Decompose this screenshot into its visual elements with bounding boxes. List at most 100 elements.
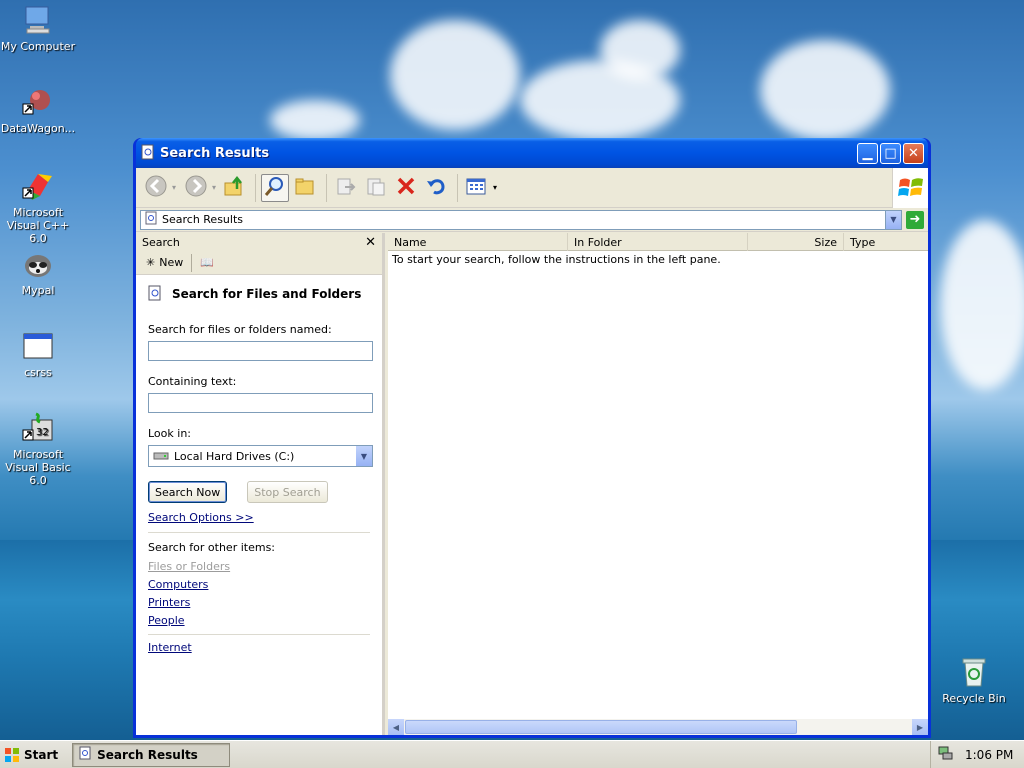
search-button[interactable] [261,173,290,202]
results-message: To start your search, follow the instruc… [392,253,721,266]
datawagon-icon [22,86,54,118]
people-link[interactable]: People [148,614,185,627]
desktop-icon-label: Microsoft Visual Basic 6.0 [5,448,71,487]
scrollbar-thumb[interactable] [405,720,797,734]
results-pane: Name In Folder Size Type To start your s… [388,233,928,735]
search-pane-title: Search [142,235,180,249]
application-icon [22,330,54,362]
move-to-icon [335,175,357,201]
minimize-button[interactable]: ▁ [857,142,878,164]
internet-link[interactable]: Internet [148,641,192,654]
search-results-window: Search Results ▁ □ ✕ ▾ ▾ ▾ Search Result… [133,138,931,738]
desktop-icon-recycle-bin[interactable]: Recycle Bin [936,656,1012,705]
printers-link[interactable]: Printers [148,596,190,609]
column-header-name[interactable]: Name [388,233,568,251]
computer-icon [22,4,54,36]
stop-search-button[interactable]: Stop Search [247,481,328,503]
views-dropdown-icon[interactable]: ▾ [493,183,497,192]
network-icon[interactable] [937,745,953,764]
divider [148,532,370,533]
search-results-icon [145,211,157,228]
containing-text-input[interactable] [148,393,373,413]
search-files-icon [148,285,162,304]
move-to-button[interactable] [332,174,360,202]
desktop-icon-csrss[interactable]: csrss [0,330,76,379]
undo-button[interactable] [422,174,450,202]
search-companion-button[interactable]: 📖 [194,252,220,274]
system-tray: 1:06 PM [930,740,1024,768]
search-options-link[interactable]: Search Options >> [148,511,370,524]
scroll-right-icon[interactable]: ▶ [912,719,928,735]
files-or-folders-link[interactable]: Files or Folders [148,560,230,573]
go-button[interactable]: ➜ [906,210,924,229]
back-button[interactable] [142,174,170,202]
undo-icon [425,175,447,201]
desktop-icon-my-computer[interactable]: My Computer [0,4,76,53]
chevron-down-icon: ▼ [356,446,372,466]
go-arrow-icon: ➜ [909,212,921,227]
back-dropdown-icon[interactable]: ▾ [172,183,176,192]
search-window-icon [79,746,91,763]
containing-text-label: Containing text: [148,375,237,388]
chevron-down-icon: ▼ [890,215,897,224]
cloud [600,20,680,80]
search-form: Search for Files and Folders Search for … [136,279,382,654]
horizontal-scrollbar[interactable]: ◀ ▶ [388,719,928,735]
svg-text:32: 32 [36,427,49,438]
desktop-icon-visual-basic[interactable]: 32 Microsoft Visual Basic 6.0 [0,412,76,487]
taskbar: Start Search Results 1:06 PM [0,740,1024,768]
maximize-button[interactable]: □ [880,142,901,164]
start-label: Start [24,747,59,762]
search-icon [264,175,286,201]
up-folder-button[interactable] [220,174,248,202]
desktop-icon-datawagon[interactable]: DataWagon... [0,86,76,135]
book-icon: 📖 [200,256,214,269]
computers-link[interactable]: Computers [148,578,208,591]
address-value: Search Results [162,213,244,226]
close-icon: ✕ [908,145,919,161]
desktop-icon-label: My Computer [0,40,76,53]
back-icon [144,174,168,202]
views-icon [465,175,489,201]
search-buttons: Search Now Stop Search [148,481,370,503]
new-search-label: New [159,256,184,269]
search-now-button[interactable]: Search Now [148,481,228,503]
address-dropdown-button[interactable]: ▼ [885,210,901,229]
forward-button[interactable] [182,174,210,202]
scroll-left-icon[interactable]: ◀ [388,719,404,735]
cloud [390,20,520,130]
column-header-in-folder[interactable]: In Folder [568,233,748,251]
views-button[interactable] [463,174,491,202]
toolbar-separator [255,173,257,202]
address-bar: Search Results ▼ ➜ [136,208,928,232]
look-in-select[interactable]: Local Hard Drives (C:) ▼ [148,445,373,467]
hard-drive-icon [153,449,169,464]
close-search-pane-icon[interactable]: ✕ [365,235,376,250]
desktop-icon-mypal[interactable]: Mypal [0,248,76,297]
column-header-size[interactable]: Size [748,233,844,251]
taskbar-item-search-results[interactable]: Search Results [72,742,231,767]
delete-button[interactable] [392,174,420,202]
search-pane-header: Search ✕ [136,233,382,251]
new-search-button[interactable]: ✳ New [140,252,189,274]
look-in-label: Look in: [148,427,191,440]
forward-dropdown-icon[interactable]: ▾ [212,183,216,192]
address-field[interactable]: Search Results ▼ [140,209,902,230]
column-header-type[interactable]: Type [844,233,928,251]
close-button[interactable]: ✕ [903,142,924,164]
file-name-input[interactable] [148,341,373,361]
windows-flag-icon [897,178,923,196]
cloud [940,220,1024,390]
window-title: Search Results [160,145,270,161]
title-bar[interactable]: Search Results ▁ □ ✕ [136,138,928,168]
start-button[interactable]: Start [0,742,64,768]
toolbar-separator [457,173,459,202]
folders-button[interactable] [291,174,319,202]
search-pane-toolbar: ✳ New 📖 [136,251,382,275]
copy-to-button[interactable] [362,174,390,202]
toolbar-separator [191,253,193,272]
desktop-icon-label: DataWagon... [0,122,76,135]
copy-to-icon [365,175,387,201]
desktop-icon-visual-cpp[interactable]: Microsoft Visual C++ 6.0 [0,170,76,245]
clock[interactable]: 1:06 PM [965,748,1013,762]
